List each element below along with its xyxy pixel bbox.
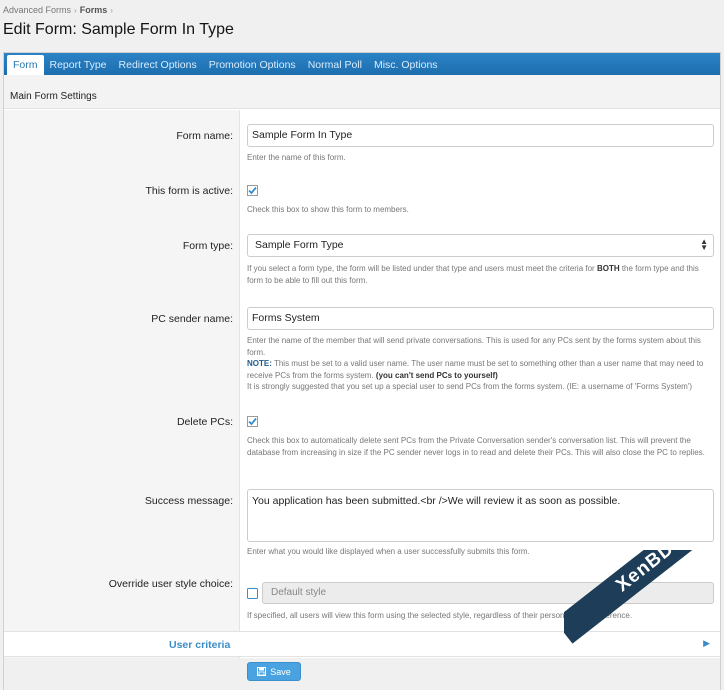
save-button[interactable]: Save — [247, 662, 301, 681]
form-name-label: Form name: — [176, 130, 233, 142]
form-type-select[interactable]: Sample Form Type ▲ ▼ — [247, 234, 714, 257]
override-style-label: Override user style choice: — [108, 578, 233, 590]
success-message-label: Success message: — [144, 495, 233, 507]
user-criteria-label: User criteria — [169, 639, 231, 651]
user-criteria-toggle[interactable]: User criteria ▶ — [4, 631, 720, 657]
floppy-disk-icon — [257, 667, 267, 676]
form-name-hint: Enter the name of this form. — [247, 153, 346, 162]
save-button-label: Save — [270, 666, 291, 677]
form-active-label: This form is active: — [145, 185, 233, 197]
pc-sender-input[interactable]: Forms System — [247, 307, 714, 330]
success-message-textarea[interactable]: You application has been submitted.<br /… — [247, 489, 714, 542]
breadcrumb-item-forms[interactable]: Forms — [80, 5, 108, 15]
form-type-selected: Sample Form Type — [255, 239, 344, 251]
tab-redirect-options[interactable]: Redirect Options — [113, 55, 203, 75]
chevron-right-icon: ▶ — [703, 638, 710, 648]
tab-promotion-options[interactable]: Promotion Options — [203, 55, 302, 75]
style-select[interactable]: Default style — [262, 582, 714, 604]
page-title: Edit Form: Sample Form In Type — [3, 21, 234, 38]
pc-sender-label: PC sender name: — [151, 313, 233, 325]
checkbox-checked-icon — [247, 185, 258, 196]
breadcrumb-item-advanced-forms[interactable]: Advanced Forms — [3, 5, 71, 15]
checkbox-unchecked-icon — [247, 588, 258, 599]
pc-sender-hint: Enter the name of the member that will s… — [247, 336, 704, 391]
override-style-hint: If specified, all users will view this f… — [247, 611, 633, 620]
section-heading: Main Form Settings — [4, 75, 720, 109]
checkbox-checked-icon — [247, 416, 258, 427]
form-active-checkbox[interactable] — [247, 185, 258, 196]
delete-pcs-hint: Check this box to automatically delete s… — [247, 436, 705, 457]
tab-misc-options[interactable]: Misc. Options — [368, 55, 444, 75]
breadcrumb-separator-icon: › — [110, 5, 113, 15]
form-panel: Form Report Type Redirect Options Promot… — [3, 52, 721, 690]
form-type-hint: If you select a form type, the form will… — [247, 264, 699, 285]
tab-bar: Form Report Type Redirect Options Promot… — [4, 53, 720, 75]
form-type-label: Form type: — [182, 240, 233, 252]
delete-pcs-label: Delete PCs: — [176, 416, 233, 428]
form-footer: Save — [4, 658, 720, 690]
form-name-input[interactable]: Sample Form In Type — [247, 124, 714, 147]
delete-pcs-checkbox[interactable] — [247, 416, 258, 427]
form-active-hint: Check this box to show this form to memb… — [247, 205, 409, 214]
label-column — [4, 110, 240, 690]
success-message-hint: Enter what you would like displayed when… — [247, 547, 530, 556]
tab-report-type[interactable]: Report Type — [44, 55, 113, 75]
tab-form[interactable]: Form — [7, 55, 44, 75]
select-arrows-icon: ▲ ▼ — [700, 237, 708, 252]
override-style-checkbox[interactable] — [247, 588, 258, 599]
form-body: Form name: Sample Form In Type Enter the… — [4, 110, 720, 690]
tab-normal-poll[interactable]: Normal Poll — [302, 55, 368, 75]
breadcrumb: Advanced Forms › Forms › — [3, 5, 113, 15]
breadcrumb-separator-icon: › — [74, 5, 77, 15]
